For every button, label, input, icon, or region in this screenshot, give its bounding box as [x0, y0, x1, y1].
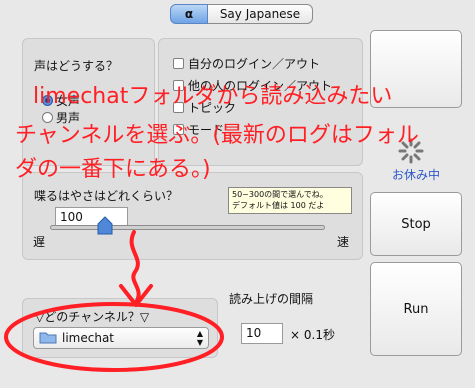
annotation-marker-layer: [4, 230, 224, 372]
annotation-arrow-icon: [129, 230, 141, 306]
annotation-circle-icon: [4, 302, 224, 372]
